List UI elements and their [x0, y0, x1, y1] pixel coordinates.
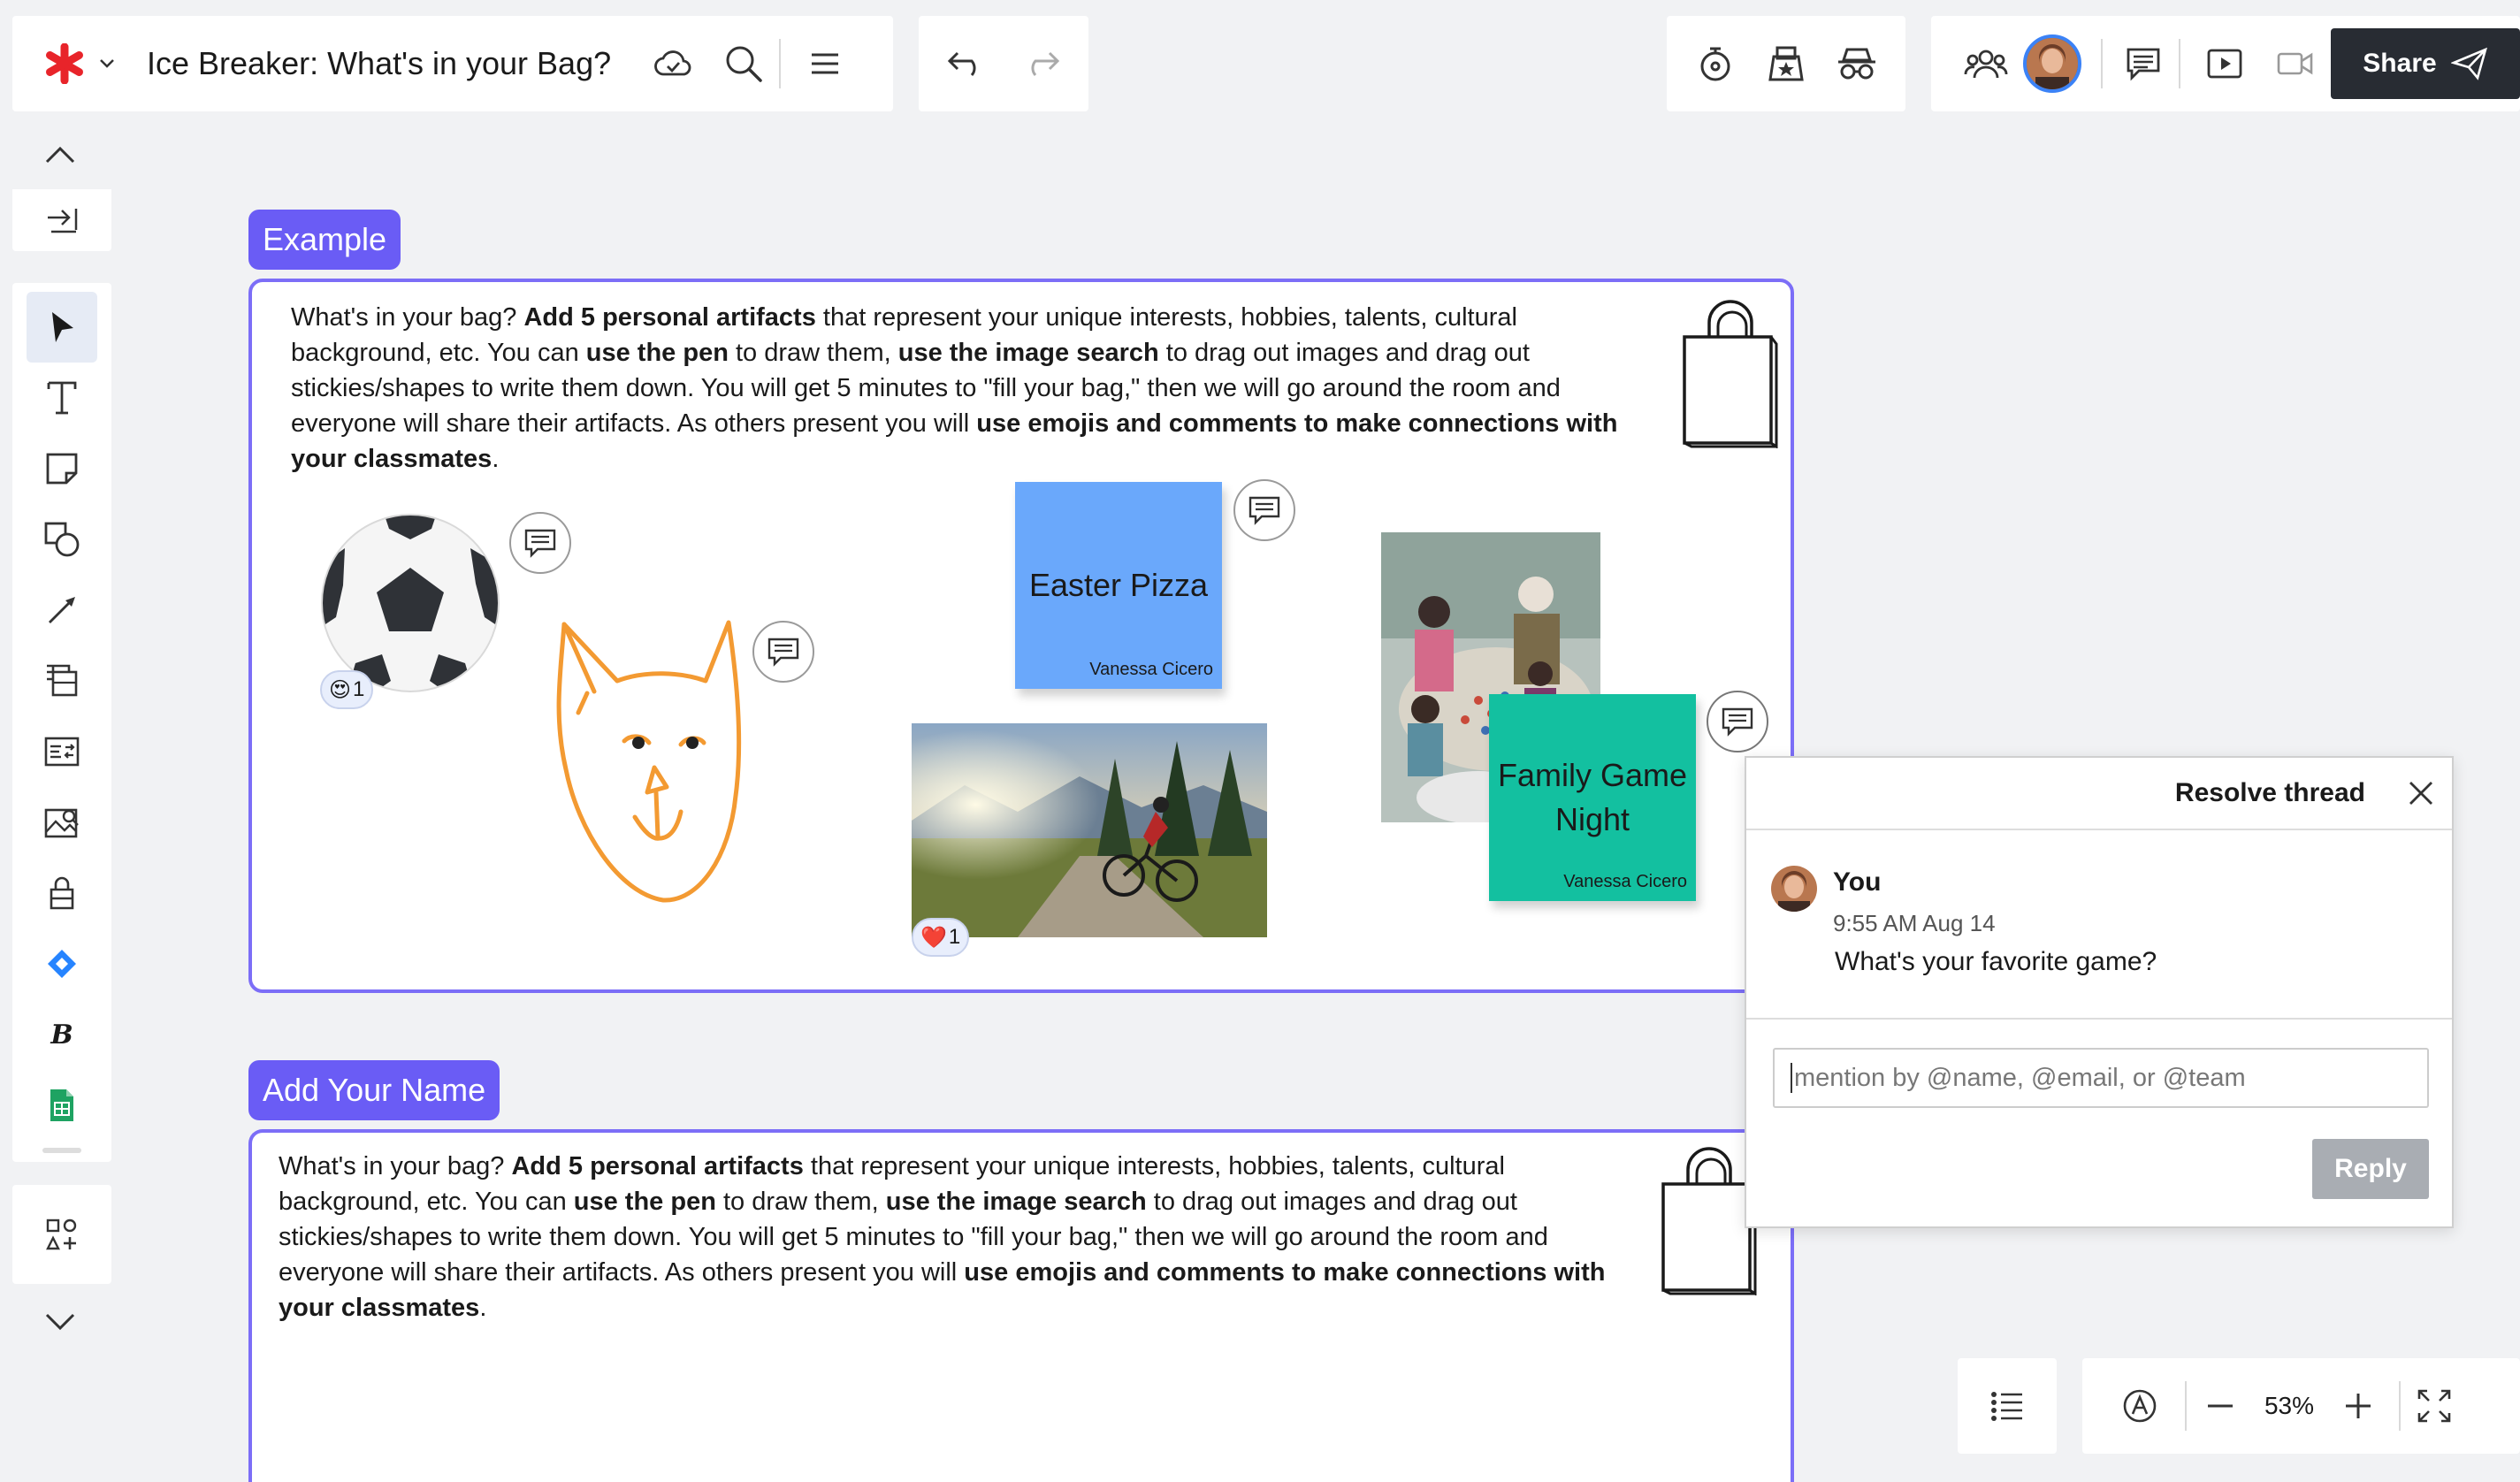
image-tool[interactable]: [27, 787, 97, 858]
user-avatar[interactable]: [2023, 34, 2081, 93]
reaction-count: 1: [948, 925, 961, 949]
redo-icon[interactable]: [1005, 28, 1076, 99]
left-toolbar: B: [12, 283, 111, 1162]
comment-indicator-icon[interactable]: [1233, 479, 1295, 541]
reply-label: Reply: [2334, 1154, 2407, 1183]
menu-icon[interactable]: [790, 28, 860, 99]
reply-input[interactable]: mention by @name, @email, or @team: [1773, 1048, 2429, 1108]
zoom-level[interactable]: 53%: [2254, 1392, 2325, 1420]
document-header: Ice Breaker: What's in your Bag?: [12, 16, 893, 111]
add-your-name-instructions: What's in your bag? Add 5 personal artif…: [279, 1152, 1606, 1322]
add-your-name-frame[interactable]: What's in your bag? Add 5 personal artif…: [248, 1129, 1794, 1482]
select-tool[interactable]: [27, 292, 97, 363]
beautiful-ai-icon[interactable]: B: [27, 999, 97, 1070]
accessibility-icon[interactable]: [2109, 1371, 2171, 1441]
jira-integration-icon[interactable]: [27, 928, 97, 999]
frame-tool[interactable]: [27, 646, 97, 716]
reaction-badge[interactable]: 😍 1: [320, 670, 374, 709]
left-toolbar-top: [12, 189, 111, 251]
list-outline-icon[interactable]: [1990, 1391, 2024, 1421]
collaboration-toolbar: Share: [1931, 16, 2520, 111]
zoom-controls: 53%: [2082, 1358, 2520, 1454]
comment-indicator-icon[interactable]: [1707, 691, 1768, 752]
undo-icon[interactable]: [931, 28, 1002, 99]
reply-caret: [1791, 1063, 1792, 1093]
scroll-down-chevron-icon[interactable]: [30, 1300, 90, 1344]
send-icon: [2450, 47, 2488, 80]
close-icon[interactable]: [2408, 780, 2434, 806]
reaction-badge[interactable]: ❤️ 1: [912, 918, 970, 957]
video-icon[interactable]: [2260, 28, 2331, 99]
search-icon[interactable]: [708, 28, 779, 99]
sticky-note-tool[interactable]: [27, 433, 97, 504]
templates-tool[interactable]: [27, 716, 97, 787]
facilitation-toolbar: [1667, 16, 1905, 111]
voting-icon[interactable]: [1751, 28, 1821, 99]
soccer-ball-image[interactable]: [320, 513, 500, 693]
comments-icon[interactable]: [2108, 28, 2179, 99]
outline-panel: [1958, 1358, 2057, 1454]
reply-button[interactable]: Reply: [2312, 1139, 2429, 1199]
share-label: Share: [2363, 49, 2437, 78]
google-sheets-icon[interactable]: [27, 1070, 97, 1141]
sticky-note-easter-pizza[interactable]: Easter Pizza Vanessa Cicero: [1015, 482, 1222, 689]
document-title[interactable]: Ice Breaker: What's in your Bag?: [147, 45, 611, 82]
lock-tool[interactable]: [27, 858, 97, 928]
zoom-out-icon[interactable]: [2187, 1371, 2254, 1441]
mountain-biker-image[interactable]: [912, 723, 1267, 937]
present-icon[interactable]: [2189, 28, 2260, 99]
comment-message: What's your favorite game?: [1835, 947, 2157, 976]
comment-indicator-icon[interactable]: [752, 621, 814, 683]
comment-thread-panel: Resolve thread You 9:55 AM Aug 14 What's…: [1745, 756, 2454, 1228]
heart-eyes-emoji-icon: 😍: [329, 677, 352, 702]
collaborators-icon[interactable]: [1954, 28, 2018, 99]
timer-icon[interactable]: [1680, 28, 1751, 99]
incognito-icon[interactable]: [1821, 28, 1892, 99]
frame-label-add-your-name[interactable]: Add Your Name: [248, 1060, 500, 1120]
left-toolbar-scroll-hint: [42, 1148, 81, 1153]
pen-drawing-dog[interactable]: [548, 619, 752, 911]
divider: [779, 39, 782, 88]
shopping-bag-icon: [1679, 298, 1782, 448]
comment-author: You: [1833, 867, 1882, 897]
sticky-text: Family Game Night: [1497, 757, 1688, 837]
reply-placeholder: mention by @name, @email, or @team: [1794, 1063, 2246, 1092]
sticky-text: Easter Pizza: [1028, 567, 1209, 603]
sticky-author: Vanessa Cicero: [1563, 872, 1687, 891]
fullscreen-icon[interactable]: [2401, 1371, 2468, 1441]
heart-emoji-icon: ❤️: [920, 925, 947, 950]
example-instructions: What's in your bag? Add 5 personal artif…: [291, 303, 1618, 473]
sticky-author: Vanessa Cicero: [1089, 660, 1213, 679]
more-shapes-icon[interactable]: [44, 1217, 80, 1252]
zoom-in-icon[interactable]: [2325, 1371, 2392, 1441]
resolve-thread-button[interactable]: Resolve thread: [2175, 778, 2365, 808]
more-shapes-panel: [12, 1185, 111, 1284]
divider: [2179, 39, 2180, 88]
line-tool[interactable]: [27, 575, 97, 646]
reaction-count: 1: [353, 677, 365, 701]
text-tool[interactable]: [27, 363, 97, 433]
shapes-tool[interactable]: [27, 504, 97, 575]
scroll-up-chevron-icon[interactable]: [30, 133, 90, 177]
comment-indicator-icon[interactable]: [509, 512, 571, 574]
cloud-save-icon[interactable]: [638, 28, 708, 99]
undo-redo-toolbar: [919, 16, 1088, 111]
frame-label-example[interactable]: Example: [248, 210, 401, 270]
comment-timestamp: 9:55 AM Aug 14: [1833, 910, 1996, 936]
share-button[interactable]: Share: [2331, 28, 2520, 99]
sticky-note-family-game-night[interactable]: Family Game Night Vanessa Cicero: [1489, 694, 1696, 901]
divider: [2101, 39, 2103, 88]
thread-comment: You 9:55 AM Aug 14 What's your favorite …: [1746, 830, 2452, 1020]
chevron-down-icon[interactable]: [94, 46, 120, 81]
comment-author-avatar: [1771, 866, 1817, 912]
lucid-logo-icon[interactable]: [42, 42, 87, 86]
collapse-panel-icon[interactable]: [44, 207, 80, 233]
thread-header: Resolve thread: [1746, 758, 2452, 830]
